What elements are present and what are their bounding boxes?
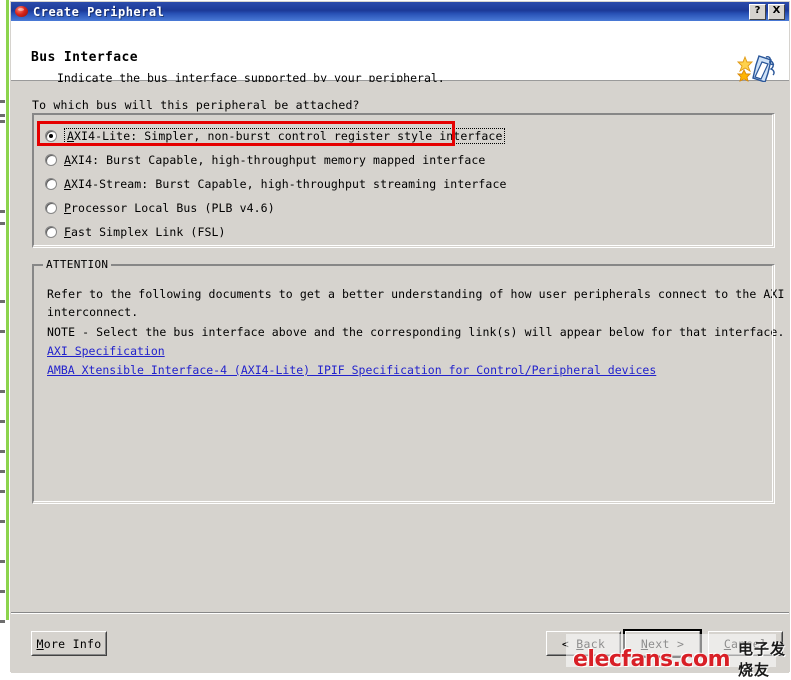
dialog-button-bar: More Info < Back Next > Cancel — [11, 614, 789, 673]
attention-line-3: NOTE - Select the bus interface above an… — [47, 325, 785, 339]
radio-label-plb: Processor Local Bus (PLB v4.6) — [64, 201, 275, 215]
dialog-client-area: To which bus will this peripheral be att… — [11, 82, 791, 612]
next-button-label: Next > — [640, 636, 685, 651]
radio-label-axi4-lite: AXI4-Lite: Simpler, non-burst control re… — [64, 128, 506, 144]
help-button[interactable]: ? — [749, 3, 766, 20]
window-controls: ? X — [749, 3, 789, 20]
create-peripheral-dialog: Create Peripheral ? X Bus Interface Indi… — [9, 0, 791, 673]
more-info-button-label: More Info — [36, 636, 102, 651]
wizard-header: Bus Interface Indicate the bus interface… — [11, 21, 789, 85]
attention-group: ATTENTION Refer to the following documen… — [32, 258, 791, 504]
back-button-label: < Back — [561, 636, 606, 651]
bus-question-label: To which bus will this peripheral be att… — [32, 98, 360, 112]
more-info-button[interactable]: More Info — [31, 631, 107, 656]
link-axi-specification[interactable]: AXI Specification — [47, 344, 165, 358]
attention-line-1: Refer to the following documents to get … — [47, 287, 791, 301]
attention-line-2: interconnect. — [47, 305, 139, 319]
title-bar[interactable]: Create Peripheral ? X — [11, 2, 789, 21]
window-title: Create Peripheral — [33, 4, 165, 19]
radio-axi4-stream[interactable] — [45, 178, 57, 190]
app-logo-icon — [14, 4, 29, 19]
radio-row-fsl[interactable]: Fast Simplex Link (FSL) — [45, 224, 226, 240]
radio-row-axi4-lite[interactable]: AXI4-Lite: Simpler, non-burst control re… — [45, 128, 506, 144]
link-amba-ipif-specification[interactable]: AMBA Xtensible Interface-4 (AXI4-Lite) I… — [47, 363, 656, 377]
close-button[interactable]: X — [768, 3, 785, 20]
radio-label-fsl: Fast Simplex Link (FSL) — [64, 225, 226, 239]
back-button[interactable]: < Back — [546, 631, 621, 656]
radio-axi4[interactable] — [45, 154, 57, 166]
next-button[interactable]: Next > — [623, 629, 702, 658]
cancel-button[interactable]: Cancel — [708, 631, 783, 656]
radio-plb[interactable] — [45, 202, 57, 214]
radio-row-plb[interactable]: Processor Local Bus (PLB v4.6) — [45, 200, 275, 216]
radio-label-axi4: AXI4: Burst Capable, high-throughput mem… — [64, 153, 486, 167]
page-title: Bus Interface — [31, 50, 138, 65]
bus-interface-group: AXI4-Lite: Simpler, non-burst control re… — [32, 113, 775, 248]
background-left-text-fragments — [0, 90, 6, 650]
radio-axi4-lite[interactable] — [45, 130, 57, 142]
radio-row-axi4-stream[interactable]: AXI4-Stream: Burst Capable, high-through… — [45, 176, 507, 192]
attention-legend: ATTENTION — [43, 258, 112, 271]
cancel-button-label: Cancel — [723, 636, 768, 651]
radio-fsl[interactable] — [45, 226, 57, 238]
radio-label-axi4-stream: AXI4-Stream: Burst Capable, high-through… — [64, 177, 507, 191]
radio-row-axi4[interactable]: AXI4: Burst Capable, high-throughput mem… — [45, 152, 485, 168]
